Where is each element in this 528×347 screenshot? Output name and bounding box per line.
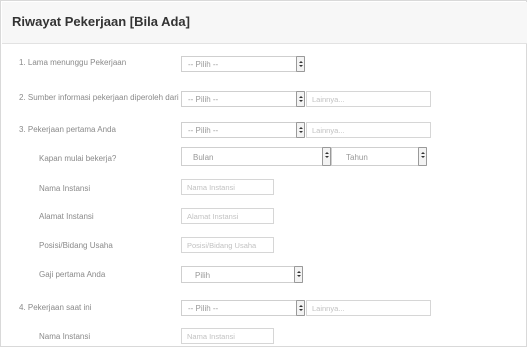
start-month-select-value: Bulan bbox=[193, 153, 214, 162]
start-year-select-value: Tahun bbox=[346, 153, 368, 162]
first-job-label: 3. Pekerjaan pertama Anda bbox=[19, 125, 116, 134]
current-company-name-label: Nama Instansi bbox=[39, 332, 91, 341]
start-work-label: Kapan mulai bekerja? bbox=[39, 154, 117, 163]
first-company-name-label: Nama Instansi bbox=[39, 184, 91, 193]
position-input[interactable]: Posisi/Bidang Usaha bbox=[181, 237, 274, 253]
chevron-updown-icon bbox=[322, 147, 331, 166]
waiting-time-label: 1. Lama menunggu Pekerjaan bbox=[19, 58, 127, 67]
first-salary-label: Gaji pertama Anda bbox=[39, 270, 106, 279]
waiting-time-select-value: -- Pilih -- bbox=[188, 60, 219, 69]
first-salary-select[interactable]: Pilih bbox=[181, 266, 303, 283]
waiting-time-select[interactable]: -- Pilih -- bbox=[181, 56, 305, 72]
chevron-updown-icon bbox=[296, 91, 305, 107]
current-job-select[interactable]: -- Pilih -- bbox=[181, 300, 305, 316]
form-title: Riwayat Pekerjaan [Bila Ada] bbox=[12, 14, 190, 29]
start-year-select[interactable]: Tahun bbox=[331, 147, 427, 166]
position-placeholder: Posisi/Bidang Usaha bbox=[187, 241, 257, 250]
current-company-name-placeholder: Nama Instansi bbox=[187, 332, 235, 341]
first-job-other-input[interactable]: Lainnya... bbox=[306, 122, 431, 138]
job-info-source-select-value: -- Pilih -- bbox=[188, 95, 219, 104]
job-info-source-other-placeholder: Lainnya... bbox=[312, 95, 345, 104]
current-job-select-value: -- Pilih -- bbox=[188, 304, 219, 313]
first-company-address-placeholder: Alamat Instansi bbox=[187, 212, 239, 221]
first-job-select-value: -- Pilih -- bbox=[188, 126, 219, 135]
start-month-select[interactable]: Bulan bbox=[181, 147, 331, 166]
first-company-address-input[interactable]: Alamat Instansi bbox=[181, 208, 274, 224]
current-job-other-placeholder: Lainnya... bbox=[312, 304, 345, 313]
chevron-updown-icon bbox=[296, 122, 305, 138]
work-history-form: Riwayat Pekerjaan [Bila Ada] 1. Lama men… bbox=[0, 0, 527, 347]
job-info-source-select[interactable]: -- Pilih -- bbox=[181, 91, 305, 107]
chevron-updown-icon bbox=[296, 300, 305, 316]
first-job-select[interactable]: -- Pilih -- bbox=[181, 122, 305, 138]
chevron-updown-icon bbox=[418, 147, 427, 166]
form-header: Riwayat Pekerjaan [Bila Ada] bbox=[2, 2, 527, 44]
current-job-label: 4. Pekerjaan saat ini bbox=[19, 303, 92, 312]
first-company-name-input[interactable]: Nama Instansi bbox=[181, 179, 274, 195]
position-label: Posisi/Bidang Usaha bbox=[39, 241, 113, 250]
first-company-address-label: Alamat Instansi bbox=[39, 212, 94, 221]
job-info-source-other-input[interactable]: Lainnya... bbox=[306, 91, 431, 107]
chevron-updown-icon bbox=[296, 56, 305, 72]
first-company-name-placeholder: Nama Instansi bbox=[187, 183, 235, 192]
chevron-updown-icon bbox=[294, 266, 303, 283]
first-salary-select-value: Pilih bbox=[195, 271, 211, 280]
current-company-name-input[interactable]: Nama Instansi bbox=[181, 328, 274, 344]
current-job-other-input[interactable]: Lainnya... bbox=[306, 300, 431, 316]
job-info-source-label: 2. Sumber informasi pekerjaan diperoleh … bbox=[19, 93, 179, 102]
first-job-other-placeholder: Lainnya... bbox=[312, 126, 345, 135]
